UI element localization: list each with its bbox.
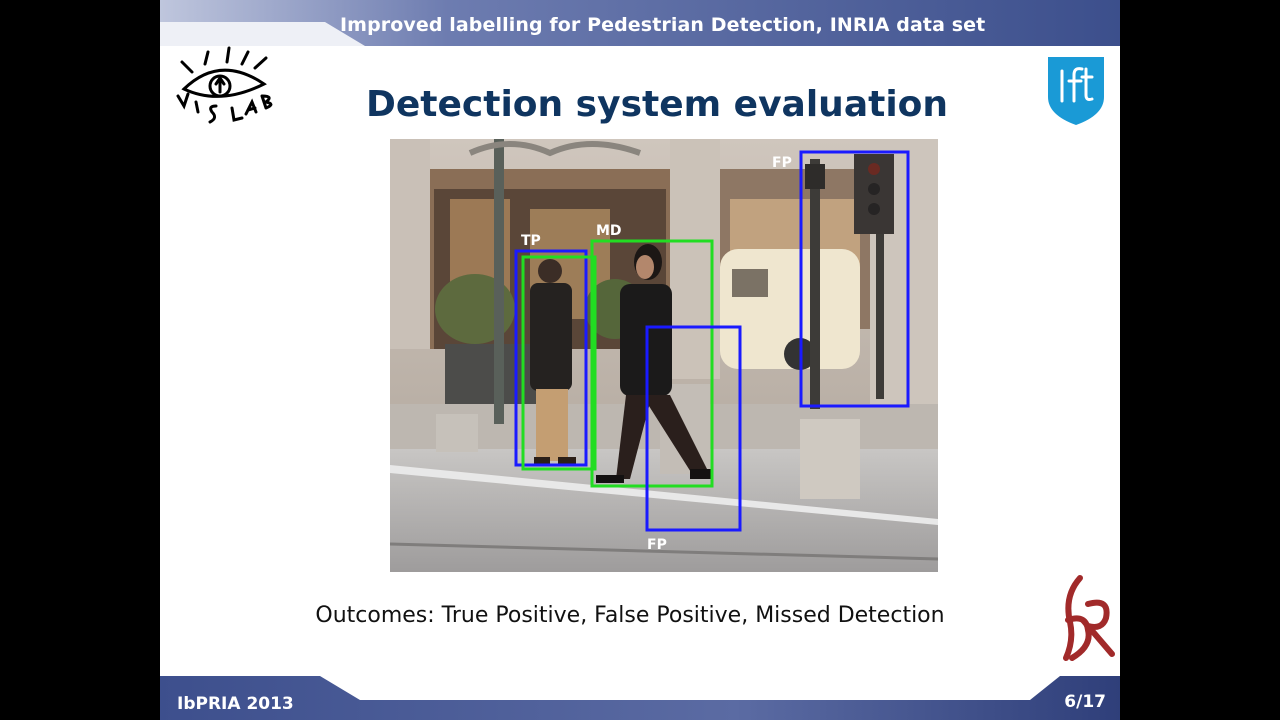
footer-conference: IbPRIA 2013 <box>177 694 294 714</box>
slide: Improved labelling for Pedestrian Detect… <box>160 0 1120 720</box>
slide-caption: Outcomes: True Positive, False Positive,… <box>315 603 945 628</box>
footer-band <box>160 676 1120 720</box>
tp-label: TP <box>521 233 541 249</box>
vislab-logo <box>176 46 273 124</box>
md-label: MD <box>596 223 622 239</box>
fp-bottom-label: FP <box>647 537 667 553</box>
page-number: 6/17 <box>1064 692 1106 712</box>
isr-logo <box>1063 575 1115 661</box>
ist-logo <box>1048 57 1104 125</box>
slide-title: Detection system evaluation <box>365 84 949 125</box>
header-title: Improved labelling for Pedestrian Detect… <box>340 14 986 36</box>
detection-photo: TP MD FP FP <box>390 139 938 572</box>
fp-top-label: FP <box>772 155 792 171</box>
